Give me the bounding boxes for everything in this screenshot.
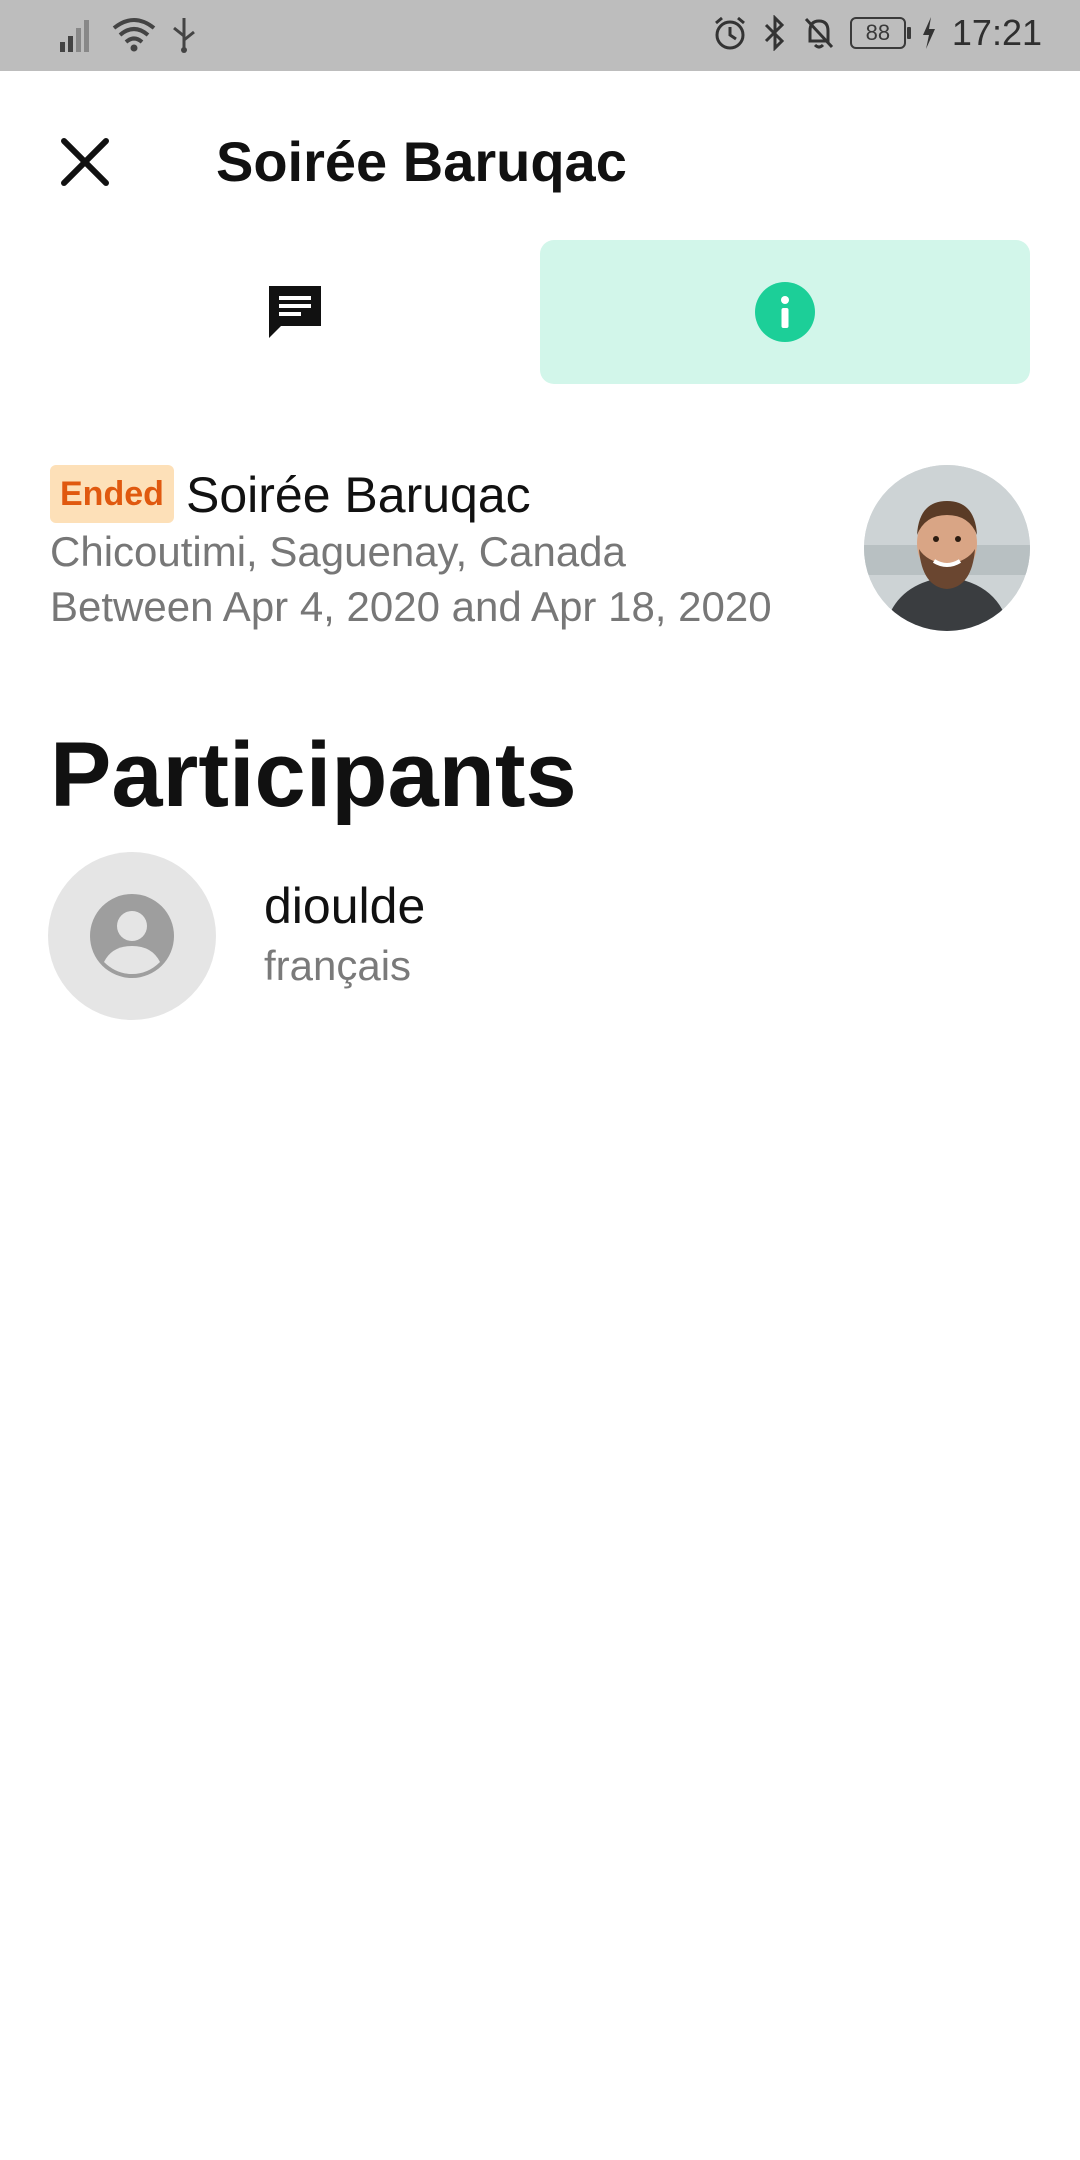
signal-icon [60,20,89,52]
event-dates: Between Apr 4, 2020 and Apr 18, 2020 [50,583,772,630]
event-summary: Ended Soirée Baruqac Chicoutimi, Saguena… [50,465,1030,635]
avatar [48,852,216,1020]
tab-chat[interactable] [50,240,540,384]
event-name: Soirée Baruqac [186,467,531,523]
info-icon [755,282,815,342]
close-button[interactable] [50,127,120,197]
participant-row[interactable]: dioulde français [48,852,1028,1020]
bluetooth-icon [764,15,785,51]
charging-icon [922,17,935,49]
status-bar-right: 88 17:21 [712,12,1042,54]
battery-icon: 88 [849,17,911,49]
status-bar-left [58,14,198,54]
participant-language: français [264,942,412,989]
tab-bar [0,240,1080,384]
status-bar: 88 17:21 [0,0,1080,71]
battery-level: 88 [865,20,891,45]
alarm-icon [714,16,745,50]
page-title: Soirée Baruqac [216,130,627,193]
participant-name: dioulde [264,878,426,934]
usb-icon [173,18,195,53]
chat-icon [269,286,321,338]
account-circle-icon [90,894,174,978]
tab-info[interactable] [540,240,1030,384]
bell-off-icon [804,17,834,49]
participants-heading: Participants [50,724,577,826]
status-time: 17:21 [951,12,1042,53]
host-photo [864,465,1030,631]
event-location: Chicoutimi, Saguenay, Canada [50,528,626,575]
host-avatar[interactable] [864,465,1030,631]
app-bar: Soirée Baruqac [0,71,1080,241]
status-badge: Ended [50,465,174,523]
wifi-icon [112,18,156,52]
close-icon [61,138,109,186]
